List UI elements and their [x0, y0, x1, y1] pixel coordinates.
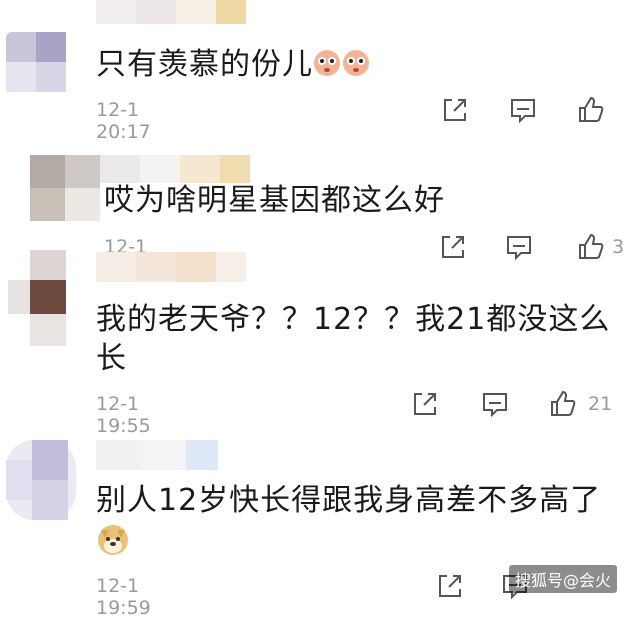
username-blurred	[96, 252, 246, 282]
comment-time: 12-1 20:17	[96, 99, 151, 143]
comment-icon	[511, 99, 535, 124]
share-icon	[442, 236, 464, 258]
avatar-blurred	[6, 440, 76, 520]
comment-text-line2: 长	[96, 341, 127, 376]
avatar-blurred	[6, 32, 66, 92]
username-blurred	[96, 440, 226, 470]
like-icon	[579, 233, 604, 259]
like-icon	[579, 96, 604, 122]
like-icon	[551, 390, 576, 416]
comment-text: 只有羡慕的份儿	[96, 47, 313, 82]
share-button[interactable]	[410, 389, 440, 419]
share-icon	[444, 99, 466, 121]
comment-button[interactable]	[504, 232, 534, 262]
comment-time: 12-1 19:55	[96, 393, 151, 437]
username-blurred	[96, 0, 276, 24]
comment-text-line1: 我的老天爷？？12？？我21都没这么	[96, 302, 611, 337]
username-blurred	[100, 155, 260, 183]
watermark: 搜狐号@会火	[508, 565, 617, 593]
comment-icon	[507, 236, 531, 261]
like-button[interactable]	[548, 389, 578, 419]
doge-emoji-icon	[98, 525, 128, 555]
avatar-blurred	[30, 155, 100, 221]
like-count: 21	[588, 393, 613, 415]
share-button[interactable]	[435, 571, 465, 601]
comment-text: 哎为啥明星基因都这么好	[104, 183, 445, 218]
like-button[interactable]	[576, 95, 606, 125]
share-icon	[439, 575, 461, 597]
comment-button[interactable]	[480, 389, 510, 419]
like-button[interactable]	[576, 232, 606, 262]
share-button[interactable]	[440, 95, 470, 125]
share-button[interactable]	[438, 232, 468, 262]
comment-text: 别人12岁快长得跟我身高差不多高了	[96, 483, 602, 518]
comment-icon	[483, 393, 507, 418]
surprised-emoji-icon	[314, 50, 369, 76]
like-count: 3	[612, 236, 625, 258]
comment-button[interactable]	[508, 95, 538, 125]
comment-time: 12-1 19:59	[96, 575, 151, 619]
avatar-blurred	[8, 250, 66, 346]
share-icon	[414, 393, 436, 415]
